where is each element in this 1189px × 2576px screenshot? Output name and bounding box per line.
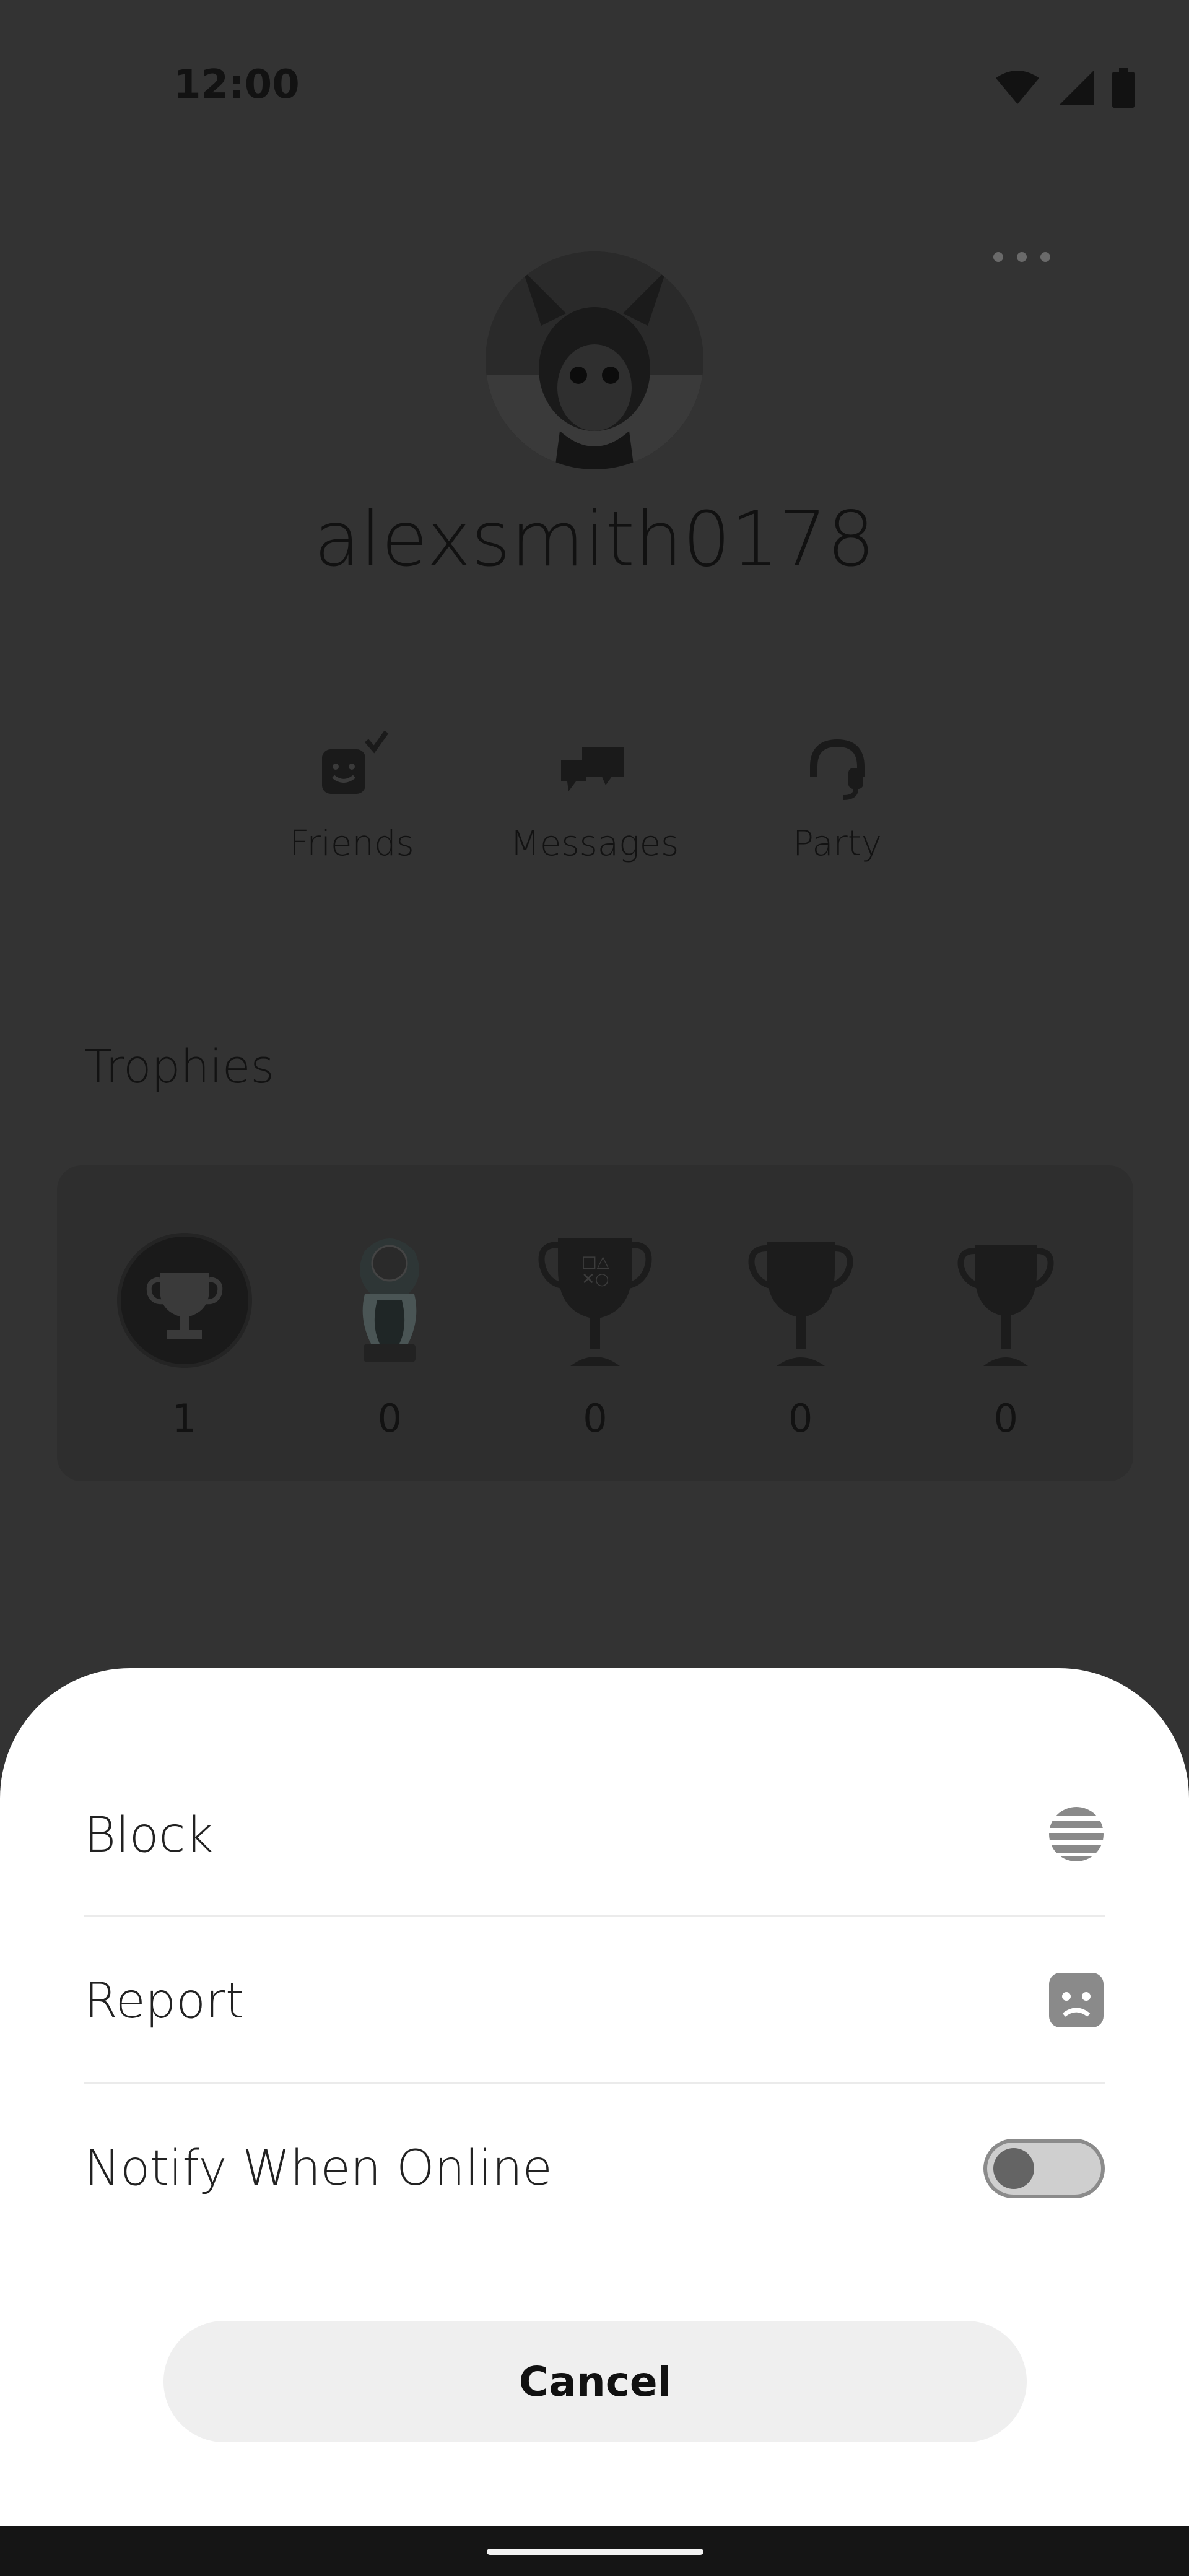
- friends-label: Friends: [289, 824, 414, 864]
- trophy-level: 1: [116, 1226, 253, 1441]
- silver-trophy-icon: [733, 1226, 869, 1375]
- more-horizontal-icon: [993, 252, 1003, 262]
- block-label: Block: [84, 1808, 214, 1863]
- bronze-trophy-icon: [938, 1226, 1074, 1375]
- report-row[interactable]: Report: [84, 1918, 1105, 2084]
- trophy-silver-count: 0: [788, 1396, 813, 1441]
- svg-text:□△: □△: [581, 1253, 609, 1271]
- friends-button[interactable]: Friends: [230, 731, 473, 864]
- report-sad-face-icon: [1048, 1972, 1105, 2031]
- profile-actions: Friends Messages Party: [0, 731, 1189, 864]
- messages-button[interactable]: Messages: [473, 731, 716, 864]
- notify-online-label: Notify When Online: [84, 2141, 552, 2196]
- divider: [84, 1915, 1105, 1917]
- party-button[interactable]: Party: [716, 731, 959, 864]
- friend-check-icon: [315, 731, 389, 805]
- wifi-icon: [996, 71, 1039, 104]
- cancel-button[interactable]: Cancel: [163, 2321, 1027, 2442]
- party-label: Party: [793, 824, 882, 864]
- trophy-row: 1 0 □△ ✕○ 0 0 0: [57, 1226, 1133, 1441]
- username: alexsmith0178: [314, 495, 875, 583]
- signal-icon: [1059, 71, 1094, 105]
- svg-text:✕○: ✕○: [581, 1270, 609, 1289]
- avatar: [486, 251, 703, 469]
- home-gesture-handle[interactable]: [487, 2549, 703, 2555]
- trophy-level-count: 1: [172, 1396, 197, 1441]
- headset-icon: [800, 731, 874, 805]
- report-label: Report: [84, 1973, 245, 2029]
- trophy-platinum: 0: [321, 1226, 458, 1441]
- messages-label: Messages: [510, 824, 679, 864]
- trophy-gold: □△ ✕○ 0: [527, 1226, 663, 1441]
- platinum-trophy-icon: [321, 1226, 458, 1375]
- trophy-level-icon: [116, 1226, 253, 1375]
- trophy-bronze: 0: [938, 1226, 1074, 1441]
- trophy-gold-count: 0: [583, 1396, 608, 1441]
- trophy-platinum-count: 0: [377, 1396, 403, 1441]
- status-icons: [995, 68, 1135, 108]
- status-time: 12:00: [173, 62, 300, 108]
- trophy-bronze-count: 0: [993, 1396, 1018, 1441]
- battery-icon: [1112, 68, 1135, 108]
- gold-trophy-icon: □△ ✕○: [527, 1226, 663, 1375]
- more-options-button[interactable]: [985, 238, 1059, 276]
- trophy-silver: 0: [733, 1226, 869, 1441]
- toggle-knob: [993, 2148, 1034, 2189]
- notify-online-toggle[interactable]: [983, 2139, 1105, 2198]
- block-row[interactable]: Block: [84, 1752, 1105, 1918]
- trophies-title: Trophies: [84, 1040, 274, 1094]
- chat-bubbles-icon: [557, 731, 632, 805]
- block-icon: [1048, 1806, 1105, 1865]
- divider: [84, 2082, 1105, 2084]
- notify-online-row[interactable]: Notify When Online: [84, 2086, 1105, 2252]
